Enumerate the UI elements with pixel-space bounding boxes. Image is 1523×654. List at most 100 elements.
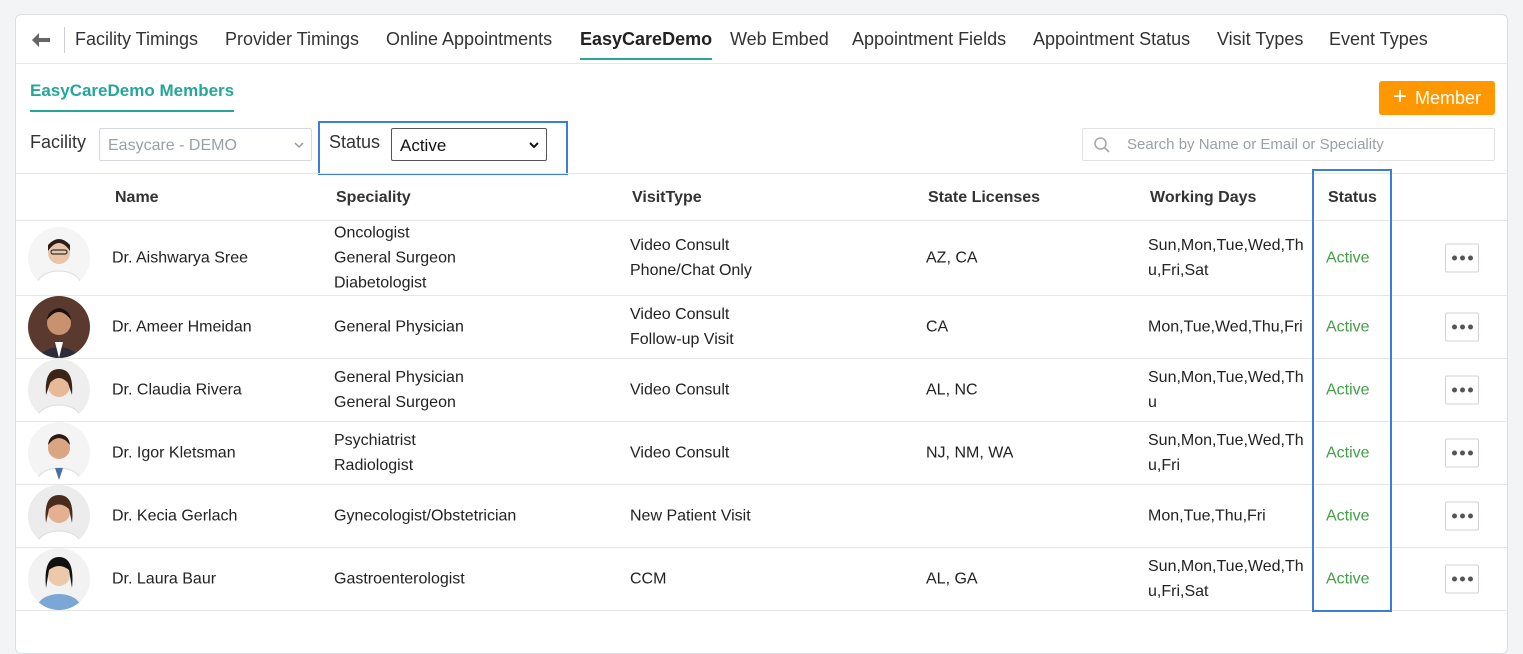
column-header-status: Status bbox=[1328, 189, 1377, 206]
working-days-line: Sun,Mon,Tue,Wed,Th bbox=[1148, 237, 1304, 254]
column-header-visittype: VisitType bbox=[632, 189, 702, 206]
table-row[interactable]: Dr. Claudia Rivera General Physician Gen… bbox=[16, 359, 1507, 422]
member-name[interactable]: Dr. Aishwarya Sree bbox=[112, 246, 248, 271]
more-options-button[interactable] bbox=[1445, 375, 1479, 405]
add-member-button[interactable]: + Member bbox=[1379, 81, 1495, 115]
speciality-item: General Surgeon bbox=[334, 394, 456, 411]
table-row[interactable]: Dr. Igor Kletsman Psychiatrist Radiologi… bbox=[16, 422, 1507, 485]
avatar bbox=[28, 296, 90, 358]
member-name[interactable]: Dr. Claudia Rivera bbox=[112, 378, 242, 403]
table-row[interactable]: Dr. Aishwarya Sree Oncologist General Su… bbox=[16, 221, 1507, 296]
table-row[interactable]: Dr. Laura Baur Gastroenterologist CCM AL… bbox=[16, 548, 1507, 611]
visittype-item: Video Consult bbox=[630, 306, 730, 323]
speciality-item: Diabetologist bbox=[334, 274, 427, 292]
facility-label: Facility bbox=[30, 132, 87, 152]
member-name[interactable]: Dr. Laura Baur bbox=[112, 567, 216, 592]
chevron-down-icon bbox=[528, 137, 540, 157]
members-panel: Facility Timings Provider Timings Online… bbox=[15, 14, 1508, 654]
visittype-cell: Video Consult bbox=[630, 441, 729, 466]
tab-web-embed[interactable]: Web Embed bbox=[730, 29, 829, 50]
table-row[interactable]: Dr. Kecia Gerlach Gynecologist/Obstetric… bbox=[16, 485, 1507, 548]
speciality-item: Radiologist bbox=[334, 457, 414, 474]
speciality-item: Gynecologist/Obstetrician bbox=[334, 507, 517, 525]
visittype-item: Video Consult bbox=[630, 237, 730, 254]
more-options-button[interactable] bbox=[1445, 243, 1479, 273]
tab-facility-timings[interactable]: Facility Timings bbox=[75, 29, 198, 50]
settings-tab-bar: Facility Timings Provider Timings Online… bbox=[16, 15, 1507, 64]
tab-easycaredemo[interactable]: EasyCareDemo bbox=[580, 29, 713, 60]
speciality-item: General Physician bbox=[334, 318, 464, 336]
more-options-button[interactable] bbox=[1445, 438, 1479, 468]
status-select[interactable]: Active bbox=[391, 128, 547, 161]
working-days-line: Mon,Tue,Thu,Fri bbox=[1148, 507, 1266, 525]
state-licenses: CA bbox=[926, 318, 949, 336]
speciality-cell: Gastroenterologist bbox=[334, 567, 465, 592]
visittype-item: Follow-up Visit bbox=[630, 331, 734, 348]
status-value: Active bbox=[400, 136, 447, 155]
add-member-label: Member bbox=[1415, 87, 1482, 108]
status-badge: Active bbox=[1326, 507, 1370, 525]
working-days-line: Sun,Mon,Tue,Wed,Th bbox=[1148, 432, 1304, 449]
status-label: Status bbox=[329, 132, 381, 152]
visittype-item: Video Consult bbox=[630, 444, 730, 462]
column-header-speciality: Speciality bbox=[336, 189, 411, 206]
search-box[interactable] bbox=[1082, 128, 1495, 161]
working-days-line: u,Fri,Sat bbox=[1148, 583, 1209, 600]
working-days-line: Mon,Tue,Wed,Thu,Fri bbox=[1148, 318, 1303, 336]
visittype-cell: New Patient Visit bbox=[630, 504, 751, 529]
member-name[interactable]: Dr. Ameer Hmeidan bbox=[112, 315, 252, 340]
tab-provider-timings[interactable]: Provider Timings bbox=[225, 29, 359, 50]
visittype-cell: CCM bbox=[630, 567, 666, 592]
speciality-cell: Oncologist General Surgeon Diabetologist bbox=[334, 221, 456, 296]
visittype-cell: Video Consult bbox=[630, 378, 729, 403]
visittype-item: CCM bbox=[630, 570, 667, 588]
more-options-button[interactable] bbox=[1445, 564, 1479, 594]
tab-visit-types[interactable]: Visit Types bbox=[1217, 29, 1303, 50]
visittype-cell: Video Consult Follow-up Visit bbox=[630, 302, 734, 352]
visittype-item: Phone/Chat Only bbox=[630, 262, 752, 279]
search-icon bbox=[1093, 136, 1111, 159]
members-subtab[interactable]: EasyCareDemo Members bbox=[30, 81, 235, 112]
working-days-cell: Sun,Mon,Tue,Wed,Th u,Fri,Sat bbox=[1148, 233, 1304, 283]
tab-appointment-fields[interactable]: Appointment Fields bbox=[852, 29, 1006, 50]
speciality-cell: Psychiatrist Radiologist bbox=[334, 428, 416, 478]
status-badge: Active bbox=[1326, 249, 1370, 267]
speciality-item: Psychiatrist bbox=[334, 432, 416, 449]
working-days-cell: Sun,Mon,Tue,Wed,Th u,Fri bbox=[1148, 428, 1304, 478]
table-row[interactable]: Dr. Ameer Hmeidan General Physician Vide… bbox=[16, 296, 1507, 359]
visittype-item: Video Consult bbox=[630, 381, 730, 399]
back-arrow-icon[interactable] bbox=[30, 29, 52, 51]
search-input[interactable] bbox=[1127, 129, 1487, 160]
state-licenses: AL, NC bbox=[926, 381, 978, 399]
status-badge: Active bbox=[1326, 381, 1370, 399]
status-badge: Active bbox=[1326, 318, 1370, 336]
speciality-item: Oncologist bbox=[334, 224, 410, 242]
speciality-cell: General Physician General Surgeon bbox=[334, 365, 464, 415]
working-days-cell: Sun,Mon,Tue,Wed,Th u bbox=[1148, 365, 1304, 415]
status-badge: Active bbox=[1326, 444, 1370, 462]
working-days-line: u,Fri,Sat bbox=[1148, 262, 1209, 279]
working-days-line: u,Fri bbox=[1148, 457, 1180, 474]
more-options-button[interactable] bbox=[1445, 312, 1479, 342]
facility-value: Easycare - DEMO bbox=[108, 137, 237, 154]
member-name[interactable]: Dr. Kecia Gerlach bbox=[112, 504, 237, 529]
plus-icon: + bbox=[1392, 83, 1407, 110]
tab-appointment-status[interactable]: Appointment Status bbox=[1033, 29, 1190, 50]
speciality-cell: General Physician bbox=[334, 315, 464, 340]
column-header-name: Name bbox=[115, 189, 159, 206]
avatar bbox=[28, 227, 90, 289]
avatar bbox=[28, 485, 90, 547]
tab-event-types[interactable]: Event Types bbox=[1329, 29, 1428, 50]
column-header-state-licenses: State Licenses bbox=[928, 189, 1041, 206]
visittype-item: New Patient Visit bbox=[630, 507, 751, 525]
visittype-cell: Video Consult Phone/Chat Only bbox=[630, 233, 752, 283]
chevron-down-icon bbox=[293, 138, 305, 156]
tab-online-appointments[interactable]: Online Appointments bbox=[386, 29, 552, 50]
facility-select[interactable]: Easycare - DEMO bbox=[99, 128, 312, 161]
avatar bbox=[28, 359, 90, 421]
more-options-button[interactable] bbox=[1445, 501, 1479, 531]
speciality-cell: Gynecologist/Obstetrician bbox=[334, 504, 516, 529]
member-name[interactable]: Dr. Igor Kletsman bbox=[112, 441, 236, 466]
state-licenses: NJ, NM, WA bbox=[926, 444, 1014, 462]
tab-divider bbox=[64, 27, 65, 53]
